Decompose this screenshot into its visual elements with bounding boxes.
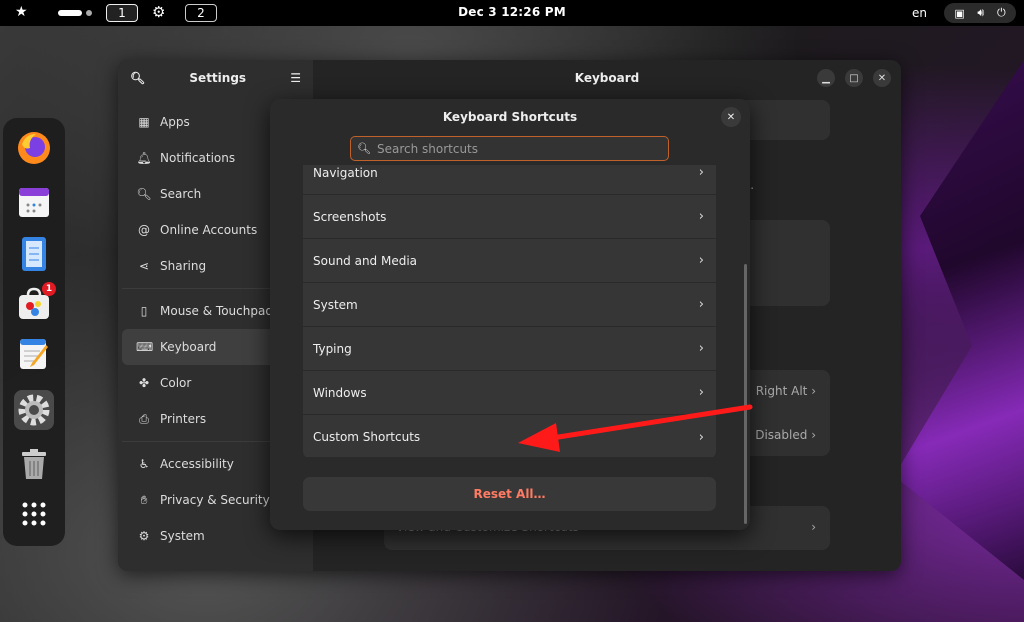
- clock[interactable]: Dec 3 12:26 PM: [0, 5, 1024, 19]
- list-item-typing[interactable]: Typing ›: [303, 327, 716, 371]
- settings-app-icon[interactable]: [14, 390, 54, 430]
- bell-icon: 🔔︎: [136, 151, 152, 165]
- search-placeholder: Search shortcuts: [376, 141, 479, 156]
- shortcut-categories-list: Navigation › Screenshots › Sound and Media…: [303, 165, 716, 457]
- dock: 1: [3, 118, 65, 546]
- page-title: Keyboard: [574, 71, 640, 85]
- volume-icon: 🔊︎: [977, 6, 985, 19]
- row-label: Custom Shortcuts: [313, 430, 421, 444]
- hand-icon: ✋︎: [140, 492, 148, 507]
- app-grid-icon[interactable]: [14, 494, 54, 534]
- maximize-icon[interactable]: □: [845, 69, 863, 87]
- search-icon[interactable]: 🔍︎: [130, 71, 145, 85]
- reset-all-button[interactable]: Reset All…: [303, 477, 716, 511]
- list-item-windows[interactable]: Windows ›: [303, 371, 716, 415]
- firefox-icon[interactable]: [14, 128, 54, 168]
- sidebar-item-label: Accessibility: [160, 457, 234, 471]
- keyboard-icon: ⌨: [136, 340, 154, 354]
- sidebar-item-label: System: [160, 529, 205, 543]
- list-item-custom-shortcuts[interactable]: Custom Shortcuts ›: [303, 415, 716, 457]
- row-label: Sound and Media: [313, 253, 418, 268]
- sidebar-item-label: Color: [160, 376, 192, 390]
- sidebar-item-label: Sharing: [160, 259, 207, 273]
- chevron-right-icon: ›: [698, 385, 704, 400]
- list-item-system[interactable]: System ›: [303, 283, 716, 327]
- power-icon: ⏻: [996, 6, 1006, 19]
- chevron-right-icon: ›: [698, 209, 704, 224]
- palette-icon: ✤: [138, 376, 150, 390]
- window-controls: ▁ □ ✕: [817, 69, 891, 87]
- chevron-right-icon: ›: [698, 429, 704, 445]
- hamburger-menu-icon[interactable]: ☰: [290, 71, 301, 85]
- trash-icon[interactable]: [14, 444, 54, 484]
- sidebar-item-label: Apps: [160, 115, 190, 129]
- sidebar-header: 🔍︎ Settings ☰: [118, 60, 313, 96]
- row-label: Navigation: [313, 165, 378, 180]
- mouse-icon: ▯: [140, 304, 148, 318]
- compose-key-value[interactable]: Disabled ›: [755, 428, 816, 442]
- sidebar-item-label: Search: [160, 187, 202, 201]
- text-editor-icon[interactable]: [14, 334, 54, 374]
- apps-icon: ▦: [138, 115, 150, 129]
- dialog-title: Keyboard Shortcuts: [442, 110, 578, 124]
- close-icon[interactable]: ✕: [721, 107, 741, 127]
- language-indicator[interactable]: en: [912, 6, 927, 20]
- sidebar-item-label: Printers: [160, 412, 207, 426]
- notification-badge: 1: [42, 282, 56, 296]
- row-label: Typing: [313, 341, 352, 356]
- sidebar-item-label: Notifications: [160, 151, 236, 165]
- notes-icon[interactable]: [14, 234, 54, 274]
- search-icon: 🔍︎: [357, 142, 371, 155]
- sidebar-item-label: Keyboard: [160, 340, 217, 354]
- sidebar-item-label: Mouse & Touchpad: [160, 304, 273, 318]
- sidebar-item-label: Privacy & Security: [160, 493, 270, 507]
- software-store-icon[interactable]: 1: [14, 282, 56, 324]
- sidebar-title: Settings: [189, 71, 247, 85]
- calendar-icon[interactable]: [14, 182, 54, 222]
- share-icon: ⋖: [138, 259, 150, 273]
- list-item-sound-and-media[interactable]: Sound and Media ›: [303, 239, 716, 283]
- list-item-navigation[interactable]: Navigation ›: [303, 165, 716, 195]
- accessibility-icon: ♿︎: [138, 457, 150, 471]
- network-icon: ▣: [954, 6, 965, 20]
- list-item-screenshots[interactable]: Screenshots ›: [303, 195, 716, 239]
- chevron-right-icon: ›: [698, 297, 704, 312]
- close-icon[interactable]: ✕: [873, 69, 891, 87]
- sidebar-item-label: Online Accounts: [160, 223, 258, 237]
- chevron-right-icon: ›: [698, 165, 704, 180]
- printer-icon: ⎙: [139, 411, 149, 426]
- search-shortcuts-input[interactable]: 🔍︎ Search shortcuts: [350, 136, 669, 161]
- shortcut-categories-viewport[interactable]: Navigation › Screenshots › Sound and Media…: [303, 165, 716, 457]
- chevron-right-icon: ›: [698, 341, 704, 356]
- gear-icon: ⚙: [138, 529, 150, 543]
- dialog-scrollbar[interactable]: [744, 264, 747, 524]
- row-label: System: [313, 297, 358, 312]
- keyboard-shortcuts-dialog: Keyboard Shortcuts ✕ 🔍︎ Search shortcuts…: [270, 99, 750, 530]
- row-label: Screenshots: [313, 209, 387, 224]
- system-tray[interactable]: ▣ 🔊︎ ⏻: [944, 3, 1016, 23]
- top-bar: ★ 1 ⚙ 2 Dec 3 12:26 PM en ▣ 🔊︎ ⏻: [0, 0, 1024, 26]
- search-icon: 🔍︎: [136, 187, 152, 201]
- row-label: Windows: [313, 385, 367, 400]
- at-icon: @: [138, 223, 150, 237]
- minimize-icon[interactable]: ▁: [817, 69, 835, 87]
- chevron-right-icon: ›: [698, 253, 704, 268]
- alternate-characters-key-value[interactable]: Right Alt ›: [756, 384, 816, 398]
- chevron-right-icon: ›: [811, 520, 816, 534]
- main-header: Keyboard: [313, 60, 901, 96]
